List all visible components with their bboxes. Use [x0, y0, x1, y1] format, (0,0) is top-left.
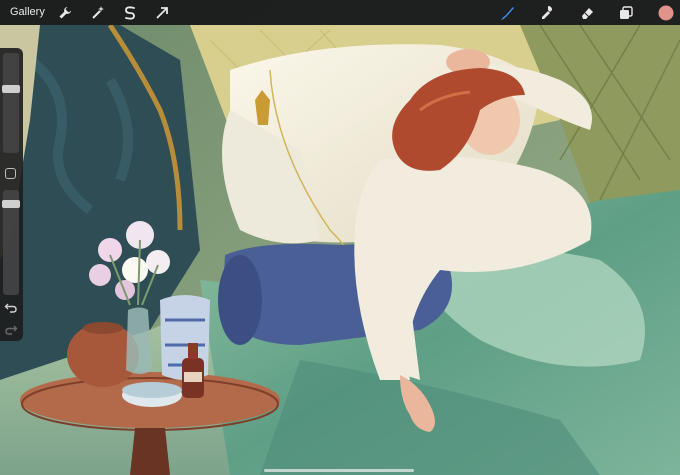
teapot-lid: [83, 322, 123, 334]
glass-vase: [126, 307, 152, 374]
brush-icon: [501, 7, 514, 20]
actions-button[interactable]: [56, 4, 74, 22]
bottle-label: [184, 372, 202, 382]
transform-button[interactable]: [153, 4, 171, 22]
eraser-button[interactable]: [578, 4, 596, 22]
bolster-end: [218, 255, 262, 345]
arrow-cursor-icon: [156, 7, 168, 19]
color-button[interactable]: [657, 4, 675, 22]
paint-brush-button[interactable]: [498, 4, 516, 22]
eraser-icon: [582, 8, 593, 19]
redo-icon: [5, 325, 18, 335]
bowl-rim: [122, 382, 182, 398]
modify-square-icon[interactable]: [5, 168, 16, 179]
smudge-icon: [542, 6, 552, 19]
adjustments-button[interactable]: [89, 4, 107, 22]
home-indicator[interactable]: [264, 469, 414, 472]
color-swatch-icon: [658, 5, 674, 21]
wrench-icon: [59, 7, 71, 19]
top-toolbar: Gallery: [0, 0, 680, 25]
opacity-thumb[interactable]: [2, 200, 20, 208]
left-sidebar: [0, 48, 23, 341]
brush-size-slider[interactable]: [2, 53, 20, 153]
layers-icon: [620, 6, 633, 19]
table-leg: [130, 428, 170, 475]
smudge-button[interactable]: [538, 4, 556, 22]
opacity-slider[interactable]: [2, 190, 20, 295]
canvas-artwork[interactable]: [0, 0, 680, 475]
bottle-neck: [188, 343, 198, 359]
brush-size-thumb[interactable]: [2, 85, 20, 93]
undo-icon: [4, 303, 17, 313]
selection-s-icon: [125, 6, 135, 20]
redo-button[interactable]: [4, 323, 18, 337]
selection-button[interactable]: [121, 4, 139, 22]
undo-button[interactable]: [4, 301, 18, 315]
layers-button[interactable]: [617, 4, 635, 22]
gallery-button[interactable]: Gallery: [10, 5, 45, 20]
magic-wand-icon: [92, 6, 104, 19]
